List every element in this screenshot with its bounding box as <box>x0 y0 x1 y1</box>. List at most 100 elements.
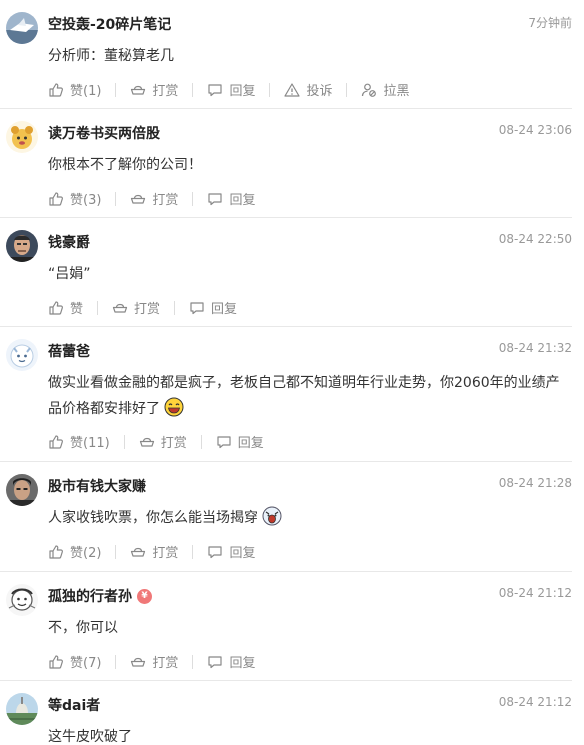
divider <box>192 82 194 97</box>
comment-text: 你根本不了解你的公司！ <box>48 157 202 173</box>
reward-badge: ¥ <box>137 588 152 604</box>
tip-button[interactable]: 打赏 <box>130 80 178 99</box>
comment-item: 读万卷书买两倍股 08-24 23:06 你根本不了解你的公司！ 赞(3) 打赏… <box>0 109 572 218</box>
timestamp: 08-24 21:12 <box>498 695 572 709</box>
comment-actions: 赞(11) 打赏 回复 <box>48 432 264 451</box>
timestamp: 08-24 22:50 <box>498 232 572 246</box>
username[interactable]: 孤独的行者孙 ¥ <box>48 586 152 606</box>
tip-label: 打赏 <box>152 84 179 99</box>
block-button[interactable]: 拉黑 <box>361 80 409 99</box>
like-button[interactable]: 赞(3) <box>48 189 101 208</box>
divider <box>123 434 125 449</box>
like-label: 赞(7) <box>70 656 102 671</box>
ingot-icon <box>131 547 146 557</box>
reply-button[interactable]: 回复 <box>207 542 255 561</box>
comment-actions: 赞(7) 打赏 回复 <box>48 652 255 671</box>
comment-text: 人家收钱吹票，你怎么能当场揭穿 <box>48 505 572 531</box>
thumbs-up-icon <box>49 654 63 669</box>
username[interactable]: 股市有钱大家赚 <box>48 476 146 496</box>
like-button[interactable]: 赞(11) <box>48 432 110 451</box>
comment-actions: 赞(1) 打赏 回复 投诉 拉黑 <box>48 80 409 99</box>
user-avatar[interactable] <box>6 121 38 153</box>
username[interactable]: 空投轰-20碎片笔记 <box>48 14 171 34</box>
timestamp: 08-24 21:12 <box>498 586 572 600</box>
ingot-icon <box>131 194 146 204</box>
thumbs-up-icon <box>49 544 63 559</box>
comment-item: 等dai者 08-24 21:12 这牛皮吹破了 <box>0 681 572 745</box>
like-label: 赞(11) <box>70 436 110 451</box>
timestamp: 08-24 23:06 <box>498 123 572 137</box>
comment-actions: 赞(3) 打赏 回复 <box>48 189 255 208</box>
divider <box>200 434 202 449</box>
user-avatar[interactable] <box>6 584 38 616</box>
comment-list: 空投轰-20碎片笔记 7分钟前 分析师：董秘算老几 赞(1) 打赏 回复 投诉 <box>0 0 584 745</box>
like-label: 赞 <box>70 302 84 317</box>
user-avatar[interactable] <box>6 339 38 371</box>
divider <box>115 654 117 669</box>
comment-item: 钱豪爵 08-24 22:50 “吕娟” 赞 打赏 回复 <box>0 218 572 327</box>
divider <box>192 654 194 669</box>
tip-label: 打赏 <box>152 656 179 671</box>
tip-button[interactable]: 打赏 <box>130 542 178 561</box>
comment-item: 股市有钱大家赚 08-24 21:28 人家收钱吹票，你怎么能当场揭穿 赞(2)… <box>0 462 572 572</box>
comment-icon <box>190 301 204 314</box>
user-avatar[interactable] <box>6 474 38 506</box>
ingot-icon <box>131 657 146 667</box>
reply-button[interactable]: 回复 <box>207 80 255 99</box>
reply-label: 回复 <box>229 546 256 561</box>
report-button[interactable]: 投诉 <box>284 80 332 99</box>
comment-text: “吕娟” <box>48 266 91 282</box>
ingot-icon <box>131 85 146 95</box>
comment-icon <box>208 83 223 96</box>
like-button[interactable]: 赞(1) <box>48 80 101 99</box>
divider <box>192 191 194 206</box>
ingot-icon <box>112 303 128 313</box>
comment-item: 蓓蕾爸 08-24 21:32 做实业看做金融的都是疯子，老板自己都不知道明年行… <box>0 327 572 462</box>
reply-label: 回复 <box>229 193 256 208</box>
tip-label: 打赏 <box>152 546 179 561</box>
tip-button[interactable]: 打赏 <box>130 652 178 671</box>
reply-button[interactable]: 回复 <box>207 189 255 208</box>
tip-button[interactable]: 打赏 <box>112 298 160 317</box>
like-button[interactable]: 赞(2) <box>48 542 101 561</box>
username[interactable]: 等dai者 <box>48 695 100 715</box>
timestamp: 08-24 21:32 <box>498 341 572 355</box>
divider <box>115 82 117 97</box>
thumbs-up-icon <box>49 434 63 449</box>
tip-button[interactable]: 打赏 <box>130 189 178 208</box>
divider <box>174 300 176 315</box>
reply-button[interactable]: 回复 <box>207 652 255 671</box>
tip-label: 打赏 <box>134 302 161 317</box>
divider <box>269 82 271 97</box>
divider <box>115 544 117 559</box>
laugh-emoji-icon <box>164 397 184 417</box>
divider <box>115 191 117 206</box>
report-label: 投诉 <box>306 84 333 99</box>
thumbs-up-icon <box>49 300 63 315</box>
user-avatar[interactable] <box>6 693 38 725</box>
shocked-emoji-icon <box>262 506 282 526</box>
comment-item: 孤独的行者孙 ¥ 08-24 21:12 不，你可以 赞(7) 打赏 回复 <box>0 572 572 681</box>
like-button[interactable]: 赞(7) <box>48 652 101 671</box>
reply-label: 回复 <box>211 302 238 317</box>
username[interactable]: 蓓蕾爸 <box>48 341 90 361</box>
user-avatar[interactable] <box>6 12 38 44</box>
reply-button[interactable]: 回复 <box>216 432 264 451</box>
username[interactable]: 钱豪爵 <box>48 232 90 252</box>
comment-text: 分析师：董秘算老几 <box>48 48 174 64</box>
tip-button[interactable]: 打赏 <box>139 432 187 451</box>
block-label: 拉黑 <box>383 84 410 99</box>
like-label: 赞(2) <box>70 546 102 561</box>
reply-label: 回复 <box>229 84 256 99</box>
divider <box>346 82 348 97</box>
reply-button[interactable]: 回复 <box>189 298 237 317</box>
comment-icon <box>208 545 223 558</box>
user-avatar[interactable] <box>6 230 38 262</box>
comment-text: 不，你可以 <box>48 620 118 636</box>
like-label: 赞(1) <box>70 84 102 99</box>
like-label: 赞(3) <box>70 193 102 208</box>
comment-text: 这牛皮吹破了 <box>48 729 132 745</box>
like-button[interactable]: 赞 <box>48 298 83 317</box>
block-user-icon <box>362 83 377 97</box>
username[interactable]: 读万卷书买两倍股 <box>48 123 160 143</box>
